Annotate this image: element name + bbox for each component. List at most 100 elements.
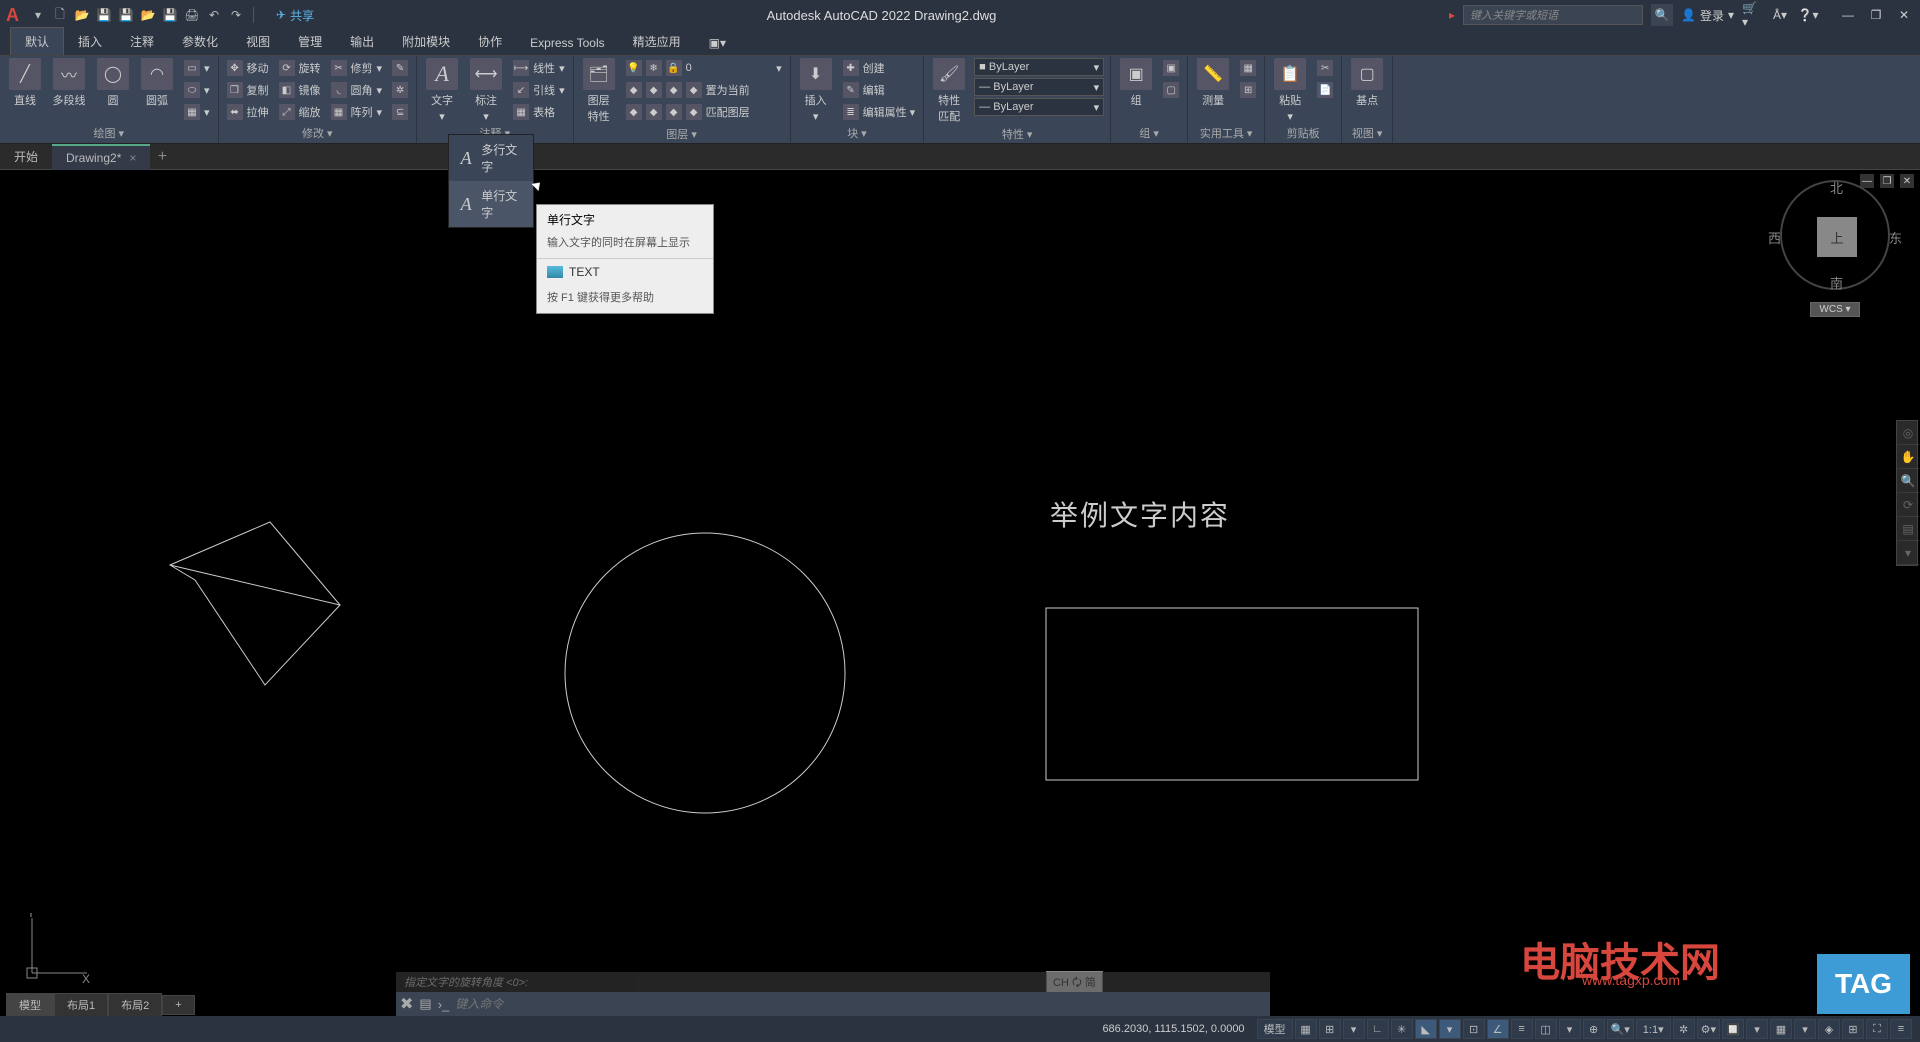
array-button[interactable]: ▦阵列 ▾: [329, 102, 385, 122]
redo-icon[interactable]: ↷: [227, 6, 245, 24]
new-icon[interactable]: 🗋: [51, 6, 69, 24]
tab-launcher-icon[interactable]: ▣▾: [695, 31, 740, 55]
util-1[interactable]: ▦: [1238, 58, 1258, 78]
undo-icon[interactable]: ↶: [205, 6, 223, 24]
isolate-toggle[interactable]: ◈: [1818, 1019, 1840, 1039]
qat-menu-icon[interactable]: ▾: [29, 6, 47, 24]
tab-parametric[interactable]: 参数化: [168, 28, 232, 55]
layer-row3[interactable]: ◆◆◆◆匹配图层: [624, 102, 784, 122]
color-combo[interactable]: ■ ByLayer▾: [974, 58, 1104, 76]
compass-w[interactable]: 西: [1768, 228, 1781, 247]
snapmode-toggle[interactable]: ⊞: [1319, 1019, 1341, 1039]
drawn-text[interactable]: 举例文字内容: [1050, 494, 1230, 534]
draw-extra-1[interactable]: ▭▾: [182, 58, 212, 78]
tab-insert[interactable]: 插入: [64, 28, 116, 55]
layer-row2[interactable]: ◆◆◆◆置为当前: [624, 80, 784, 100]
insert-button[interactable]: ⬇插入▾: [797, 58, 835, 123]
dtext-item[interactable]: A 单行文字: [449, 181, 533, 227]
drawn-polyline[interactable]: [160, 490, 380, 690]
nav-showmotion-icon[interactable]: ▤: [1897, 517, 1919, 541]
group-extra[interactable]: ▣: [1161, 58, 1181, 78]
viewport-close-button[interactable]: ✕: [1900, 174, 1914, 188]
app-icon[interactable]: Å▾: [1770, 5, 1790, 25]
drawn-rectangle[interactable]: [1044, 606, 1424, 786]
panel-util-title[interactable]: 实用工具 ▾: [1194, 123, 1258, 143]
fillet-button[interactable]: ◟圆角 ▾: [329, 80, 385, 100]
panel-group-title[interactable]: 组 ▾: [1117, 123, 1181, 143]
group-button[interactable]: ▣组: [1117, 58, 1155, 108]
panel-clipboard-title[interactable]: 剪贴板: [1271, 123, 1335, 143]
viewcube-top-face[interactable]: 上: [1817, 217, 1857, 257]
infer-toggle[interactable]: ▾: [1343, 1019, 1365, 1039]
panel-block-title[interactable]: 块 ▾: [797, 123, 918, 143]
tab-annotate[interactable]: 注释: [116, 28, 168, 55]
lineweight-combo[interactable]: — ByLayer▾: [974, 78, 1104, 96]
web-save-icon[interactable]: 💾: [161, 6, 179, 24]
paste-button[interactable]: 📋粘贴▾: [1271, 58, 1309, 123]
compass-ring[interactable]: 北 南 东 西 上: [1780, 180, 1890, 290]
tab-output[interactable]: 输出: [336, 28, 388, 55]
workspace-toggle[interactable]: ⚙▾: [1697, 1019, 1720, 1039]
gizmo-toggle[interactable]: ⊕: [1583, 1019, 1605, 1039]
3dosnap-toggle[interactable]: ⊡: [1463, 1019, 1485, 1039]
nav-wheel-icon[interactable]: ◎: [1897, 421, 1919, 445]
ucs-icon[interactable]: YX: [22, 913, 92, 986]
linetype-combo[interactable]: — ByLayer▾: [974, 98, 1104, 116]
stretch-button[interactable]: ⬌拉伸: [225, 102, 271, 122]
compass-e[interactable]: 东: [1889, 228, 1902, 247]
leader-button[interactable]: ↙引线 ▾: [511, 80, 567, 100]
drawing-tab[interactable]: Drawing2* ×: [52, 144, 150, 170]
scale-button[interactable]: ⤢缩放: [277, 102, 323, 122]
saveas-icon[interactable]: 💾: [117, 6, 135, 24]
annomonitor-toggle[interactable]: 🔲: [1722, 1019, 1744, 1039]
create-button[interactable]: ✚创建: [841, 58, 918, 78]
layerprops-button[interactable]: 🗂图层 特性: [580, 58, 618, 124]
search-input[interactable]: 键入关键字或短语: [1463, 5, 1643, 25]
add-tab-button[interactable]: +: [150, 145, 174, 169]
web-open-icon[interactable]: 📂: [139, 6, 157, 24]
rotate-button[interactable]: ⟳旋转: [277, 58, 323, 78]
nav-pan-icon[interactable]: ✋: [1897, 445, 1919, 469]
annoscale-toggle[interactable]: 🔍▾: [1607, 1019, 1634, 1039]
panel-modify-title[interactable]: 修改 ▾: [225, 123, 411, 143]
tab-express[interactable]: Express Tools: [516, 31, 618, 55]
compass-n[interactable]: 北: [1830, 178, 1843, 197]
add-layout-tab[interactable]: +: [162, 995, 194, 1015]
lwdisplay-toggle[interactable]: ≡: [1511, 1019, 1533, 1039]
attredit-button[interactable]: ≣编辑属性 ▾: [841, 102, 918, 122]
panel-draw-title[interactable]: 绘图 ▾: [6, 123, 212, 143]
start-tab[interactable]: 开始: [0, 144, 52, 170]
polyline-button[interactable]: 〰多段线: [50, 58, 88, 122]
coordinates[interactable]: 686.2030, 1115.1502, 0.0000: [1102, 1023, 1244, 1035]
close-tab-icon[interactable]: ×: [129, 151, 136, 165]
arc-button[interactable]: ◠圆弧: [138, 58, 176, 122]
share-button[interactable]: ✈ 共享: [276, 7, 314, 24]
tab-default[interactable]: 默认: [10, 27, 64, 55]
move-button[interactable]: ✥移动: [225, 58, 271, 78]
mtext-item[interactable]: A 多行文字: [449, 135, 533, 181]
circle-button[interactable]: ◯圆: [94, 58, 132, 122]
command-input[interactable]: [455, 997, 1266, 1011]
linear-button[interactable]: ⟼线性 ▾: [511, 58, 567, 78]
minimize-button[interactable]: —: [1838, 5, 1858, 25]
drawn-circle[interactable]: [560, 528, 850, 818]
tab-view[interactable]: 视图: [232, 28, 284, 55]
viewcube[interactable]: 北 南 东 西 上 WCS ▾: [1780, 180, 1890, 330]
help-icon[interactable]: ❔▾: [1798, 5, 1818, 25]
quickprops-toggle[interactable]: ▦: [1770, 1019, 1792, 1039]
otrack-toggle[interactable]: ∠: [1487, 1019, 1509, 1039]
close-button[interactable]: ✕: [1894, 5, 1914, 25]
nav-zoom-icon[interactable]: 🔍: [1897, 469, 1919, 493]
layer-combo[interactable]: 💡❄🔒0▾: [624, 58, 784, 78]
panel-props-title[interactable]: 特性 ▾: [930, 124, 1104, 144]
osnap-toggle[interactable]: ▾: [1439, 1019, 1461, 1039]
model-tab[interactable]: 模型: [6, 993, 54, 1017]
modify-icon-1[interactable]: ✎: [390, 58, 410, 78]
grid-toggle[interactable]: ▦: [1295, 1019, 1317, 1039]
scale-display[interactable]: 1:1▾: [1636, 1019, 1671, 1039]
isodraft-toggle[interactable]: ◣: [1415, 1019, 1437, 1039]
tab-addins[interactable]: 附加模块: [388, 28, 464, 55]
ungroup-button[interactable]: ▢: [1161, 80, 1181, 100]
text-button[interactable]: A文字▾: [423, 58, 461, 123]
draw-extra-3[interactable]: ▦▾: [182, 102, 212, 122]
